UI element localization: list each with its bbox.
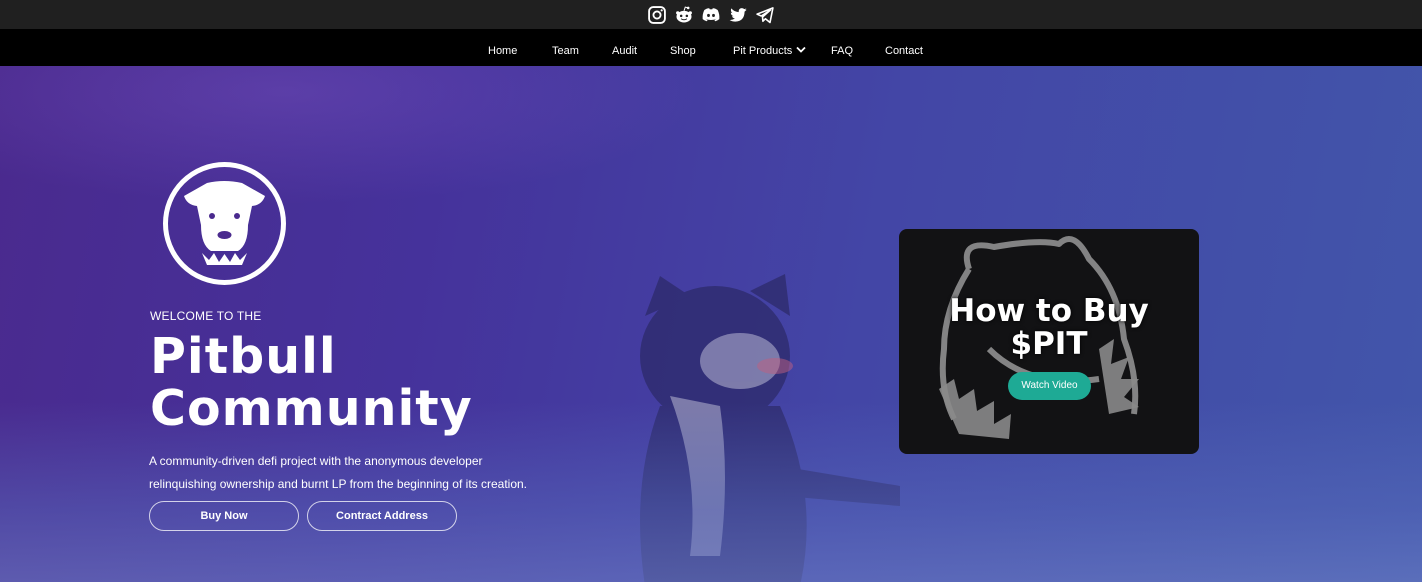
welcome-text: WELCOME TO THE bbox=[150, 309, 262, 323]
video-title: How to Buy $PIT bbox=[899, 295, 1199, 361]
nav-pit-products-label: Pit Products bbox=[733, 45, 793, 57]
twitter-icon[interactable] bbox=[728, 4, 749, 25]
hero-section: WELCOME TO THE Pitbull Community A commu… bbox=[0, 66, 1422, 582]
video-card[interactable]: How to Buy $PIT Watch Video bbox=[899, 229, 1199, 454]
reddit-icon[interactable] bbox=[674, 4, 695, 25]
watch-video-button[interactable]: Watch Video bbox=[1008, 372, 1091, 400]
hero-title-line2: Community bbox=[150, 380, 473, 437]
hero-description: A community-driven defi project with the… bbox=[149, 450, 569, 496]
nav-team[interactable]: Team bbox=[552, 29, 579, 66]
contract-address-button[interactable]: Contract Address bbox=[307, 501, 457, 531]
nav-home[interactable]: Home bbox=[488, 29, 517, 66]
pitbull-logo bbox=[163, 162, 286, 285]
nav-shop[interactable]: Shop bbox=[670, 29, 696, 66]
hero-title: Pitbull Community bbox=[150, 331, 473, 435]
video-title-line1: How to Buy bbox=[949, 293, 1149, 329]
nav-faq[interactable]: FAQ bbox=[831, 29, 853, 66]
main-nav: Home Team Audit Shop Pit Products FAQ Co… bbox=[0, 29, 1422, 66]
hero-title-line1: Pitbull bbox=[150, 328, 337, 385]
hero-description-line2: relinquishing ownership and burnt LP fro… bbox=[149, 477, 528, 491]
nav-contact[interactable]: Contact bbox=[885, 29, 923, 66]
nav-audit[interactable]: Audit bbox=[612, 29, 637, 66]
telegram-icon[interactable] bbox=[755, 4, 776, 25]
discord-icon[interactable] bbox=[701, 4, 722, 25]
buy-now-button[interactable]: Buy Now bbox=[149, 501, 299, 531]
instagram-icon[interactable] bbox=[647, 4, 668, 25]
social-bar bbox=[0, 0, 1422, 29]
hero-description-line1: A community-driven defi project with the… bbox=[149, 454, 483, 468]
video-title-line2: $PIT bbox=[1010, 326, 1088, 362]
nav-pit-products[interactable]: Pit Products bbox=[733, 29, 806, 66]
